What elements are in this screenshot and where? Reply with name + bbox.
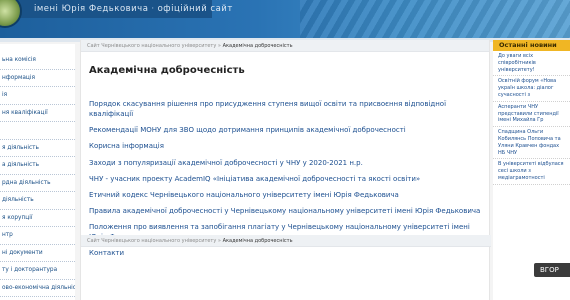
breadcrumb: Сайт Чернівецького національного універс… xyxy=(81,40,489,52)
breadcrumb-current: Академічна доброчесність xyxy=(222,43,293,49)
sidebar-item[interactable]: ня кваліфікації xyxy=(0,105,75,122)
sidebar-item[interactable] xyxy=(0,122,75,140)
breadcrumb-home-link[interactable]: Сайт Чернівецького національного універс… xyxy=(87,43,216,49)
link-ethics-code[interactable]: Етичний кодекс Чернівецького національно… xyxy=(89,191,399,199)
link-popularization-events[interactable]: Заходи з популяризації академічної добро… xyxy=(89,159,363,167)
sidebar-item[interactable]: діяльність xyxy=(0,192,75,210)
link-cancellation-procedure[interactable]: Порядок скасування рішення про присуджен… xyxy=(89,100,446,118)
breadcrumb-current: Академічна доброчесність xyxy=(222,238,293,244)
main-content: Сайт Чернівецького національного універс… xyxy=(80,40,491,300)
news-item[interactable]: Освітній форум «Нова україн школа: діало… xyxy=(493,76,570,102)
news-heading: Останні новини xyxy=(493,40,570,51)
sidebar-item[interactable]: ія xyxy=(0,87,75,105)
breadcrumb-bottom: Сайт Чернівецького національного універс… xyxy=(81,235,491,247)
sidebar-item[interactable]: ово-економічна діяльність xyxy=(0,280,75,297)
link-useful-info[interactable]: Корисна інформація xyxy=(89,142,164,150)
link-contacts[interactable]: Контакти xyxy=(89,249,124,257)
sidebar-item[interactable]: нформація xyxy=(0,70,75,87)
news-item[interactable]: До уваги всіх співробітників університет… xyxy=(493,51,570,77)
news-item[interactable]: В університеті відбулася сесі школи з ме… xyxy=(493,159,570,185)
header-subtitle: офіційний сайт xyxy=(157,4,233,14)
news-item[interactable]: Асперанти ЧНУ представили стипендії імен… xyxy=(493,102,570,128)
sidebar-item[interactable]: а діяльність xyxy=(0,157,75,175)
sidebar-item[interactable]: я діяльність xyxy=(0,140,75,157)
link-integrity-rules[interactable]: Правила академічної доброчесності у Черн… xyxy=(89,207,480,215)
link-mon-recommendations[interactable]: Рекомендації МОНУ для ЗВО щодо дотриманн… xyxy=(89,126,406,134)
header-title: імені Юрія Федьковича · офіційний сайт xyxy=(34,4,233,14)
sidebar-item[interactable]: нтр xyxy=(0,227,75,245)
page-title: Академічна доброчесність xyxy=(89,65,245,76)
sidebar-item[interactable]: ьна комісія xyxy=(0,52,75,70)
sidebar-item[interactable]: я корупції xyxy=(0,210,75,227)
header-university-name: імені Юрія Федьковича xyxy=(34,4,149,14)
news-sidebar: Останні новини До уваги всіх співробітни… xyxy=(493,40,570,300)
header-decoration xyxy=(300,0,570,38)
breadcrumb-home-link[interactable]: Сайт Чернівецького національного універс… xyxy=(87,238,216,244)
link-academiq-project[interactable]: ЧНУ - учасник проекту AcademIQ «Ініціати… xyxy=(89,175,420,183)
university-emblem-icon[interactable] xyxy=(0,0,22,28)
sidebar-item[interactable]: рдна діяльність xyxy=(0,175,75,192)
news-item[interactable]: Спадщина Ольги Кобилянсь Поповича та Уля… xyxy=(493,127,570,160)
sidebar-item[interactable]: ні документи xyxy=(0,245,75,262)
site-header: імені Юрія Федьковича · офіційний сайт xyxy=(0,0,570,38)
left-sidebar: ьна комісія нформація ія ня кваліфікації… xyxy=(0,44,75,300)
all-news-button[interactable]: ВГОР xyxy=(534,263,570,277)
sidebar-item[interactable]: ту і докторантура xyxy=(0,262,75,280)
